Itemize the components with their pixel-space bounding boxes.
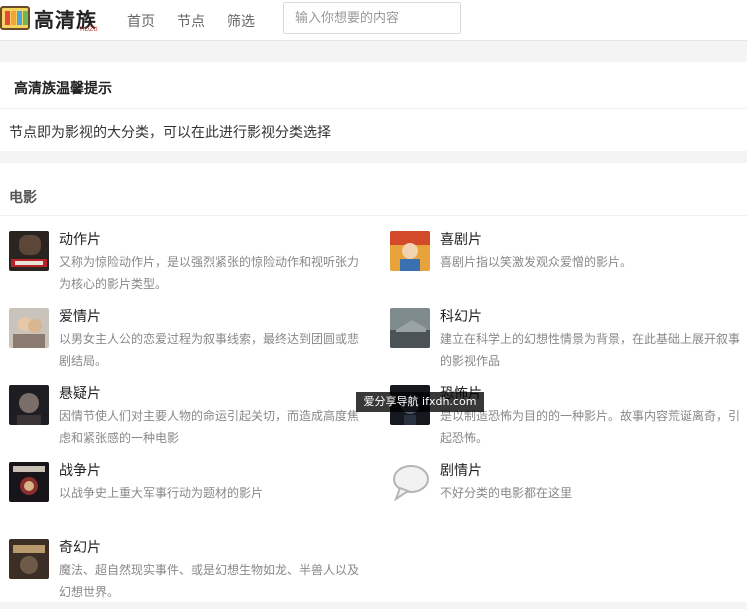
divider [0, 215, 747, 216]
site-logo[interactable]: 高清族 HDZU [0, 4, 110, 34]
category-name[interactable]: 悬疑片 [59, 383, 101, 403]
poster-suspense-thumbnail[interactable] [9, 385, 49, 425]
category-item-drama[interactable]: 剧情片 不好分类的电影都在这里 [390, 462, 747, 532]
poster-war-thumbnail[interactable] [9, 462, 49, 502]
poster-fantasy-thumbnail[interactable] [9, 539, 49, 579]
category-name[interactable]: 科幻片 [440, 306, 482, 326]
tv-logo-icon [0, 6, 30, 30]
category-desc: 喜剧片指以笑激发观众爱憎的影片。 [440, 255, 633, 269]
category-item-fantasy[interactable]: 奇幻片 魔法、超自然现实事件、或是幻想生物如龙、半兽人以及幻想世界。 [9, 539, 369, 609]
category-desc: 建立在科学上的幻想性情景为背景，在此基础上展开叙事的影视作品 [440, 332, 741, 368]
category-item-suspense[interactable]: 悬疑片 因情节使人们对主要人物的命运引起关切，而造成高度焦虑和紧张感的一种电影 [9, 385, 369, 455]
category-desc: 又称为惊险动作片，是以强烈紧张的惊险动作和视听张力为核心的影片类型。 [59, 255, 360, 291]
nav-nodes[interactable]: 节点 [177, 11, 205, 31]
category-panel [0, 163, 747, 602]
nav-filter[interactable]: 筛选 [227, 11, 255, 31]
category-desc: 因情节使人们对主要人物的命运引起关切，而造成高度焦虑和紧张感的一种电影 [59, 409, 360, 445]
category-item-romance[interactable]: 爱情片 以男女主人公的恋爱过程为叙事线索，最终达到团圆或悲剧结局。 [9, 308, 369, 378]
category-name[interactable]: 喜剧片 [440, 229, 482, 249]
category-name[interactable]: 剧情片 [440, 460, 482, 480]
top-nav-bar: 高清族 HDZU 首页 节点 筛选 [0, 0, 747, 41]
watermark-label: 爱分享导航 ifxdh.com [356, 392, 484, 412]
category-desc: 以男女主人公的恋爱过程为叙事线索，最终达到团圆或悲剧结局。 [59, 332, 360, 368]
poster-romance-thumbnail[interactable] [9, 308, 49, 348]
category-desc: 以战争史上重大军事行动为题材的影片 [59, 486, 264, 500]
category-name[interactable]: 动作片 [59, 229, 101, 249]
category-name[interactable]: 奇幻片 [59, 537, 101, 557]
nav-home[interactable]: 首页 [127, 11, 155, 31]
category-name[interactable]: 战争片 [59, 460, 101, 480]
tip-text: 节点即为影视的大分类，可以在此进行影视分类选择 [9, 125, 331, 141]
category-item-war[interactable]: 战争片 以战争史上重大军事行动为题材的影片 [9, 462, 369, 532]
category-desc: 不好分类的电影都在这里 [440, 486, 573, 500]
search-input[interactable] [283, 2, 461, 34]
section-title: 电影 [9, 190, 37, 206]
poster-leon-thumbnail[interactable] [9, 231, 49, 271]
poster-comedy-thumbnail[interactable] [390, 231, 430, 271]
divider [0, 108, 747, 109]
category-item-comedy[interactable]: 喜剧片 喜剧片指以笑激发观众爱憎的影片。 [390, 231, 747, 301]
poster-scifi-thumbnail[interactable] [390, 308, 430, 348]
category-desc: 魔法、超自然现实事件、或是幻想生物如龙、半兽人以及幻想世界。 [59, 563, 360, 599]
category-desc: 是以制造恐怖为目的的一种影片。故事内容荒诞离奇，引起恐怖。 [440, 409, 741, 445]
speech-bubble-icon[interactable] [390, 462, 430, 502]
tip-title: 高清族温馨提示 [14, 81, 112, 97]
logo-subtext: HDZU [80, 26, 98, 33]
category-name[interactable]: 爱情片 [59, 306, 101, 326]
category-item-scifi[interactable]: 科幻片 建立在科学上的幻想性情景为背景，在此基础上展开叙事的影视作品 [390, 308, 747, 378]
category-item-action[interactable]: 动作片 又称为惊险动作片，是以强烈紧张的惊险动作和视听张力为核心的影片类型。 [9, 231, 369, 301]
